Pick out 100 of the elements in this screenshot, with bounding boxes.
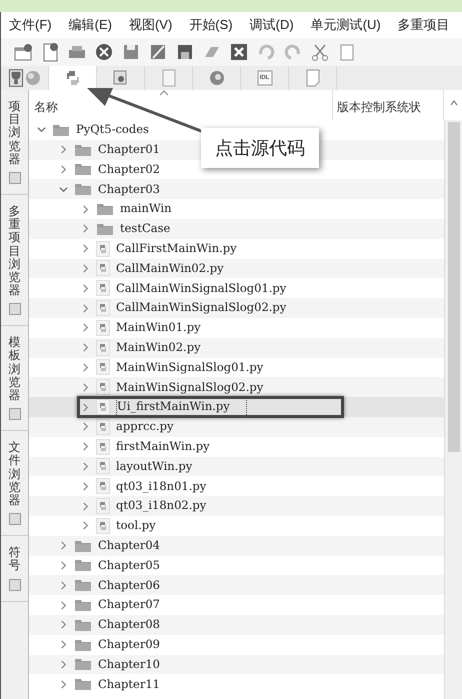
chevron-right-icon[interactable] — [59, 541, 68, 550]
tree-row[interactable]: Chapter03 — [29, 179, 444, 200]
python-file-icon — [96, 399, 110, 416]
python-file-icon — [96, 379, 110, 396]
side-tab[interactable]: 模板浏览器 — [8, 336, 20, 402]
chevron-right-icon[interactable] — [81, 224, 90, 234]
tree-row[interactable]: MainWin02.py — [29, 338, 444, 358]
panel-icon — [8, 513, 20, 526]
chevron-right-icon[interactable] — [81, 264, 90, 273]
tree-row[interactable]: Chapter10 — [29, 654, 444, 674]
save-icon[interactable] — [121, 42, 141, 62]
python-file-icon — [96, 458, 110, 474]
tree-row[interactable]: CallMainWin02.py — [29, 258, 444, 278]
menu-item[interactable]: 编辑(E) — [68, 15, 112, 35]
chevron-right-icon[interactable] — [81, 482, 90, 491]
side-tab[interactable]: 文件浏览器 — [8, 441, 20, 508]
scissors-icon[interactable] — [310, 42, 330, 62]
tree-row[interactable]: apprcc.py — [29, 416, 444, 437]
folder-icon — [74, 578, 92, 592]
panel-icon — [8, 408, 20, 420]
chevron-right-icon[interactable] — [81, 204, 90, 214]
side-tab[interactable]: 符号 — [8, 546, 20, 572]
chevron-right-icon[interactable] — [81, 323, 90, 332]
menu-item[interactable]: 文件(F) — [9, 15, 52, 35]
new-window-icon[interactable] — [13, 42, 33, 62]
python-file-icon — [96, 260, 110, 276]
tree-row[interactable]: Chapter05 — [29, 556, 444, 576]
tree-item-label: PyQt5-codes — [76, 121, 149, 138]
column-header[interactable]: 名称 — [29, 90, 332, 120]
chevron-right-icon[interactable] — [81, 502, 90, 511]
tree-item-label: Chapter05 — [98, 556, 160, 574]
tree-row[interactable]: Chapter06 — [29, 575, 444, 596]
folder-icon — [52, 122, 70, 137]
idl-file-icon — [254, 68, 274, 88]
save-all-icon[interactable] — [175, 42, 195, 62]
chevron-right-icon[interactable] — [59, 620, 68, 630]
tree-item-label: Chapter09 — [98, 636, 160, 653]
tree-row[interactable]: testCase — [29, 218, 444, 239]
chevron-right-icon[interactable] — [81, 402, 90, 412]
folder-icon — [96, 202, 114, 216]
folder-icon — [74, 538, 92, 553]
chevron-right-icon[interactable] — [81, 382, 90, 392]
chevron-right-icon[interactable] — [59, 580, 68, 590]
tree-item-label: MainWinSignalSlog02.py — [116, 378, 264, 396]
python-file-icon — [96, 240, 110, 257]
chevron-down-icon[interactable] — [37, 125, 46, 134]
scroll-up-icon[interactable] — [448, 98, 458, 108]
sphere-icon — [24, 70, 40, 86]
folder-icon — [74, 677, 92, 692]
menu-item[interactable]: 调试(D) — [250, 15, 294, 35]
chevron-right-icon[interactable] — [59, 640, 68, 650]
side-tab[interactable]: 多重项目浏览器 — [8, 204, 20, 298]
tree-row[interactable]: qt03_i18n02.py — [29, 496, 444, 516]
close-box-icon[interactable] — [229, 42, 249, 62]
menu-item[interactable]: 开始(S) — [189, 15, 233, 35]
chevron-right-icon[interactable] — [81, 304, 90, 313]
tree-item-label: CallFirstMainWin.py — [116, 240, 237, 258]
tree-row[interactable]: Chapter04 — [29, 536, 444, 556]
chevron-down-icon[interactable] — [59, 184, 68, 194]
chevron-right-icon[interactable] — [81, 284, 90, 293]
chevron-right-icon[interactable] — [59, 680, 68, 689]
chevron-right-icon[interactable] — [81, 442, 90, 452]
chevron-right-icon[interactable] — [81, 462, 90, 471]
tree-row[interactable]: Chapter08 — [29, 614, 444, 635]
tree-item-label: qt03_i18n01.py — [116, 478, 206, 495]
panel-icon — [8, 172, 20, 184]
chevron-right-icon[interactable] — [81, 244, 90, 254]
chevron-right-icon[interactable] — [59, 164, 68, 174]
tree-row[interactable]: CallMainWinSignalSlog02.py — [29, 298, 444, 318]
tree-row[interactable]: MainWinSignalSlog02.py — [29, 377, 444, 398]
chevron-right-icon[interactable] — [59, 600, 68, 610]
panel-icon — [8, 303, 20, 316]
tree-item-label: tool.py — [116, 517, 156, 534]
panel-icon — [8, 578, 20, 590]
side-tab[interactable]: 项目浏览器 — [8, 100, 20, 166]
chevron-right-icon[interactable] — [59, 145, 68, 154]
close-icon[interactable] — [94, 42, 114, 62]
tree-item-label: Chapter01 — [98, 141, 160, 158]
tree-row[interactable]: layoutWin.py — [29, 456, 444, 476]
browser-tab[interactable] — [49, 66, 97, 90]
chevron-right-icon[interactable] — [59, 560, 68, 570]
python-file-icon — [96, 300, 110, 316]
save-as-icon[interactable] — [148, 42, 168, 62]
chevron-right-icon[interactable] — [81, 362, 90, 372]
tree-item-label: Chapter04 — [98, 537, 160, 554]
tree-item-label: Chapter11 — [98, 676, 160, 693]
tree-row[interactable]: MainWinSignalSlog01.py — [29, 358, 444, 378]
chevron-right-icon[interactable] — [81, 422, 90, 432]
tree-item-label: mainWin — [120, 200, 172, 218]
tree-item-label: apprcc.py — [116, 418, 174, 436]
tree-item-label: CallMainWinSignalSlog02.py — [116, 299, 286, 316]
chevron-right-icon[interactable] — [59, 660, 68, 669]
menu-item[interactable]: 视图(V) — [128, 15, 172, 35]
chevron-right-icon[interactable] — [81, 343, 90, 352]
chevron-right-icon[interactable] — [81, 521, 90, 530]
menu-item[interactable]: 单元测试(U) — [310, 15, 381, 35]
python-file-icon — [96, 359, 110, 376]
menu-item[interactable]: 多重项目 — [398, 15, 450, 35]
tree-item-label: layoutWin.py — [116, 458, 192, 475]
trophy-icon — [8, 68, 22, 88]
